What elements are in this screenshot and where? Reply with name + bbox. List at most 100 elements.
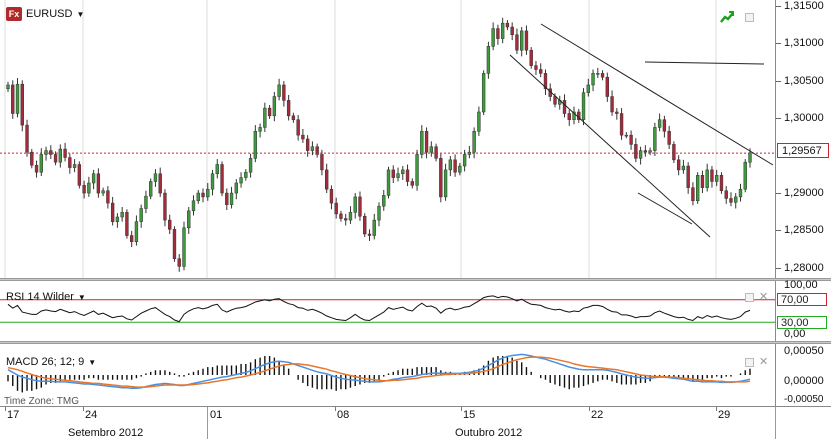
candle-body — [396, 173, 400, 178]
candle-body — [301, 134, 305, 140]
candle-body — [272, 96, 277, 117]
candle-body — [11, 84, 15, 114]
price-tick: 1,29000 — [784, 187, 824, 199]
candle-body — [120, 212, 124, 218]
candle-body — [534, 65, 538, 70]
candle-body — [72, 164, 77, 168]
candle-body — [63, 148, 67, 158]
candle-body — [657, 119, 662, 128]
trendline-lower — [509, 54, 711, 238]
caret-down-icon[interactable]: ▼ — [88, 358, 96, 367]
candle-body — [696, 175, 700, 202]
rsi-panel[interactable]: RSI 14 Wilder ▼ ✕ — [0, 281, 775, 341]
candle-body — [610, 96, 614, 113]
close-icon[interactable]: ✕ — [759, 355, 768, 368]
price-panel[interactable]: Fx EURUSD ▼ — [0, 0, 775, 278]
window-icon[interactable] — [745, 358, 754, 367]
candle-body — [139, 208, 143, 222]
candle-body — [505, 22, 510, 28]
candle-body — [553, 96, 557, 105]
rsi-label: RSI 14 Wilder — [6, 291, 74, 303]
candle-body — [743, 161, 747, 190]
candle-body — [220, 164, 224, 194]
window-icon[interactable] — [745, 13, 754, 22]
candle-body — [15, 83, 20, 114]
current-price-badge: 1,29567 — [777, 143, 829, 158]
rsi-chart[interactable] — [0, 281, 775, 341]
candle-body — [386, 169, 391, 196]
candle-body — [263, 107, 267, 128]
candle-body — [305, 138, 310, 151]
candle-body — [562, 100, 567, 114]
macd-chart[interactable] — [0, 344, 775, 406]
symbol-header: Fx EURUSD ▼ — [6, 7, 84, 21]
macd-tick: 0,00050 — [784, 345, 824, 357]
rsi-axis: 100,00 0,00 — [775, 279, 831, 341]
candle-body — [700, 175, 705, 188]
candle-body — [34, 165, 39, 173]
candle-body — [524, 30, 529, 51]
rsi-tick: 100,00 — [784, 279, 818, 291]
fx-logo: Fx — [6, 7, 22, 21]
candle-body — [244, 171, 248, 178]
candle-body — [339, 213, 343, 219]
candle-body — [334, 202, 338, 215]
horizontal-line — [644, 61, 765, 65]
candle-body — [144, 195, 148, 209]
candle-body — [619, 113, 624, 136]
candle-body — [724, 190, 728, 199]
date-tick: 29 — [718, 409, 731, 421]
candle-body — [667, 131, 671, 145]
macd-panel[interactable]: MACD 26; 12; 9 ▼ ✕ — [0, 344, 775, 406]
trendline-upper — [540, 23, 774, 166]
candle-body — [486, 46, 491, 74]
candle-body — [325, 169, 329, 190]
candle-body — [363, 215, 367, 235]
caret-down-icon[interactable]: ▼ — [76, 10, 84, 19]
macd-tick: 0,00000 — [784, 375, 824, 387]
candle-body — [372, 219, 376, 236]
candle-body — [624, 134, 629, 137]
candle-body — [39, 154, 43, 173]
candle-body — [691, 187, 695, 202]
candle-body — [662, 119, 667, 132]
candle-body — [110, 202, 115, 222]
candle-body — [225, 192, 229, 205]
candle-body — [581, 92, 586, 120]
trend-arrow-icon[interactable] — [720, 11, 734, 23]
candle-body — [277, 84, 281, 97]
date-tick: 24 — [85, 409, 98, 421]
close-icon[interactable]: ✕ — [759, 290, 768, 303]
candle-body — [149, 181, 153, 197]
candle-body — [472, 131, 476, 153]
candle-body — [424, 131, 429, 153]
candle-body — [20, 83, 24, 126]
candle-body — [458, 165, 462, 173]
candle-body — [596, 73, 600, 75]
candle-body — [672, 144, 676, 161]
candle-body — [391, 169, 395, 178]
candle-body — [353, 196, 357, 213]
candle-body — [738, 188, 743, 198]
candle-body — [348, 212, 353, 221]
macd-axis: 0,00050 0,00000 -0,00050 — [775, 344, 831, 406]
price-chart[interactable] — [0, 0, 775, 278]
price-tick: 1,28000 — [784, 262, 824, 274]
candle-body — [710, 169, 714, 182]
candle-body — [91, 173, 96, 184]
candle-body — [77, 164, 82, 186]
candle-body — [629, 134, 633, 145]
caret-down-icon[interactable]: ▼ — [78, 293, 86, 302]
candle-body — [401, 169, 405, 174]
window-icon[interactable] — [745, 293, 754, 302]
candle-body — [600, 73, 605, 78]
candle-body — [638, 150, 643, 159]
candle-body — [429, 146, 433, 153]
candle-body — [605, 76, 609, 97]
candle-body — [215, 164, 219, 175]
candle-body — [168, 219, 172, 230]
price-tick: 1,31500 — [784, 0, 824, 12]
candle-body — [434, 146, 438, 159]
symbol-name: EURUSD — [26, 8, 73, 20]
candle-body — [462, 154, 467, 167]
